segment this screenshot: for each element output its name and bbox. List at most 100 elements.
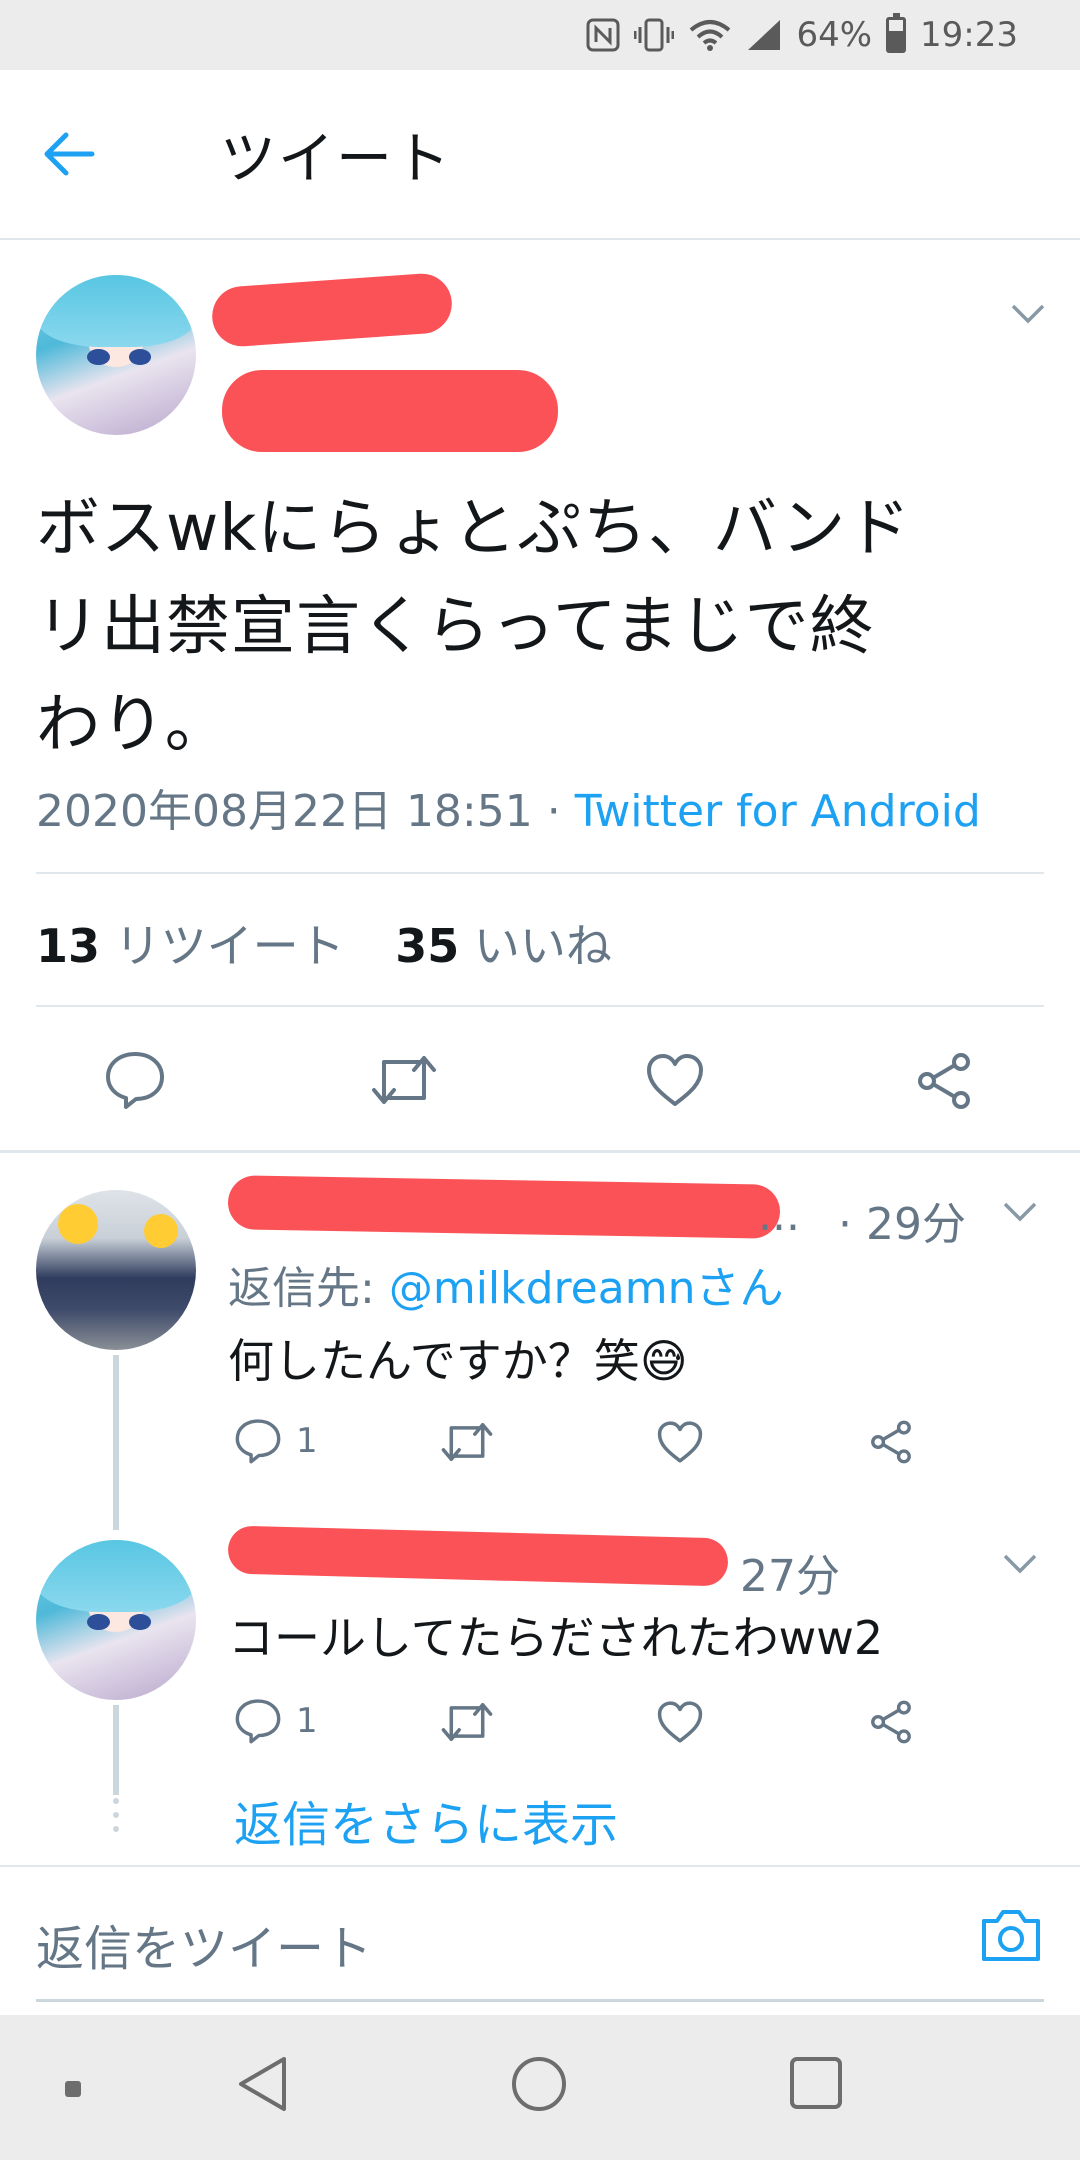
redacted-author-name (210, 271, 454, 349)
redacted-reply-name (227, 1525, 729, 1587)
thread-line (113, 1705, 119, 1795)
reply-input[interactable]: 返信をツイート (36, 1909, 372, 1979)
back-triangle-icon (239, 2057, 286, 2111)
system-nav-bar (0, 2015, 1080, 2160)
reply-retweet-button[interactable] (440, 1420, 494, 1464)
avatar-eye (128, 348, 152, 365)
signal-icon (746, 18, 782, 52)
tweet-meta: 2020年08月22日 18:51 · Twitter for Android (36, 775, 981, 839)
retweet-icon (441, 1422, 493, 1462)
show-more-replies-link[interactable]: 返信をさらに表示 (234, 1785, 618, 1855)
reply-to-handle[interactable]: @milkdreamnさん (389, 1263, 784, 1314)
heart-icon (657, 1421, 703, 1463)
share-icon (918, 1053, 970, 1109)
tweet-text: ボスwkにらょとぷち、バンド リ出禁宣言くらってまじで終 わり。 (36, 480, 1026, 774)
reply-retweet-button[interactable] (440, 1700, 494, 1744)
nav-recents-button[interactable] (788, 2055, 844, 2111)
likes-stat[interactable]: 35 いいね (395, 919, 612, 973)
camera-icon (982, 1910, 1040, 1961)
back-arrow-icon (44, 132, 95, 176)
share-button[interactable] (914, 1052, 974, 1110)
clock: 19:23 (920, 15, 1018, 55)
reply-to-line: 返信先: @milkdreamnさん (228, 1252, 783, 1316)
recents-square-icon (790, 2057, 842, 2109)
sunglasses-emoji-icon (58, 1204, 98, 1244)
heart-icon (657, 1701, 703, 1743)
reply-count: 1 (296, 1701, 318, 1741)
battery-percent: 64% (796, 15, 873, 55)
tweet-stats: 13 リツイート 35 いいね (36, 910, 612, 976)
battery-fill (889, 30, 904, 50)
divider (36, 1005, 1044, 1007)
avatar-eye (87, 1613, 110, 1630)
reply-button[interactable] (104, 1050, 166, 1110)
reply-text: 何したんですか？笑😅 (228, 1334, 688, 1388)
input-underline (36, 1999, 1044, 2002)
reply-time: · 29分 (838, 1199, 966, 1250)
meta-separator: · (532, 786, 575, 837)
nfc-icon (586, 18, 620, 52)
reply-avatar[interactable] (36, 1190, 196, 1350)
reply-compose-bar: 返信をツイート (0, 1865, 1080, 2002)
reply-count: 1 (296, 1421, 318, 1461)
avatar-eye (128, 1613, 152, 1630)
wifi-icon (688, 18, 732, 52)
reply-time: 27分 (740, 1551, 840, 1602)
reply-text: コールしてたらだされたわww2 (228, 1611, 884, 1665)
home-circle-icon (512, 2057, 566, 2111)
reply-icon (235, 1419, 281, 1464)
top-app-bar: ツイート (0, 70, 1080, 240)
redacted-reply-name (227, 1175, 781, 1239)
reply-icon (106, 1052, 164, 1109)
heart-icon (647, 1054, 703, 1106)
status-bar: 64% 19:23 (0, 0, 1080, 70)
retweet-icon (372, 1056, 436, 1104)
battery-icon (886, 13, 907, 53)
vibrate-icon (634, 17, 675, 53)
back-button[interactable] (40, 129, 150, 179)
tweet-source-link[interactable]: Twitter for Android (575, 786, 981, 837)
author-avatar[interactable] (36, 275, 196, 435)
retweet-label: リツイート (114, 919, 345, 973)
tweet-text-line: わり。 (36, 688, 230, 762)
section-divider (0, 1150, 1080, 1153)
tweet-text-line: リ出禁宣言くらってまじで終 (36, 590, 875, 664)
tweet-menu-chevron-icon[interactable] (1010, 302, 1046, 326)
nav-home-button[interactable] (510, 2055, 568, 2113)
reply-reply-button[interactable]: 1 (234, 1418, 318, 1464)
share-icon (871, 1420, 911, 1464)
retweet-button[interactable] (370, 1052, 438, 1108)
like-label: いいね (473, 919, 612, 973)
retweet-icon (441, 1702, 493, 1742)
camera-button[interactable] (980, 1907, 1042, 1967)
retweet-count: 13 (36, 919, 101, 973)
divider (36, 872, 1044, 874)
thread-line (113, 1355, 119, 1530)
reply-to-prefix: 返信先: (228, 1263, 375, 1314)
reply-share-button[interactable] (868, 1700, 914, 1744)
nav-dot-button[interactable] (64, 2080, 82, 2098)
redacted-author-handle (222, 370, 558, 452)
smile-emoji-icon (144, 1214, 178, 1248)
reply-like-button[interactable] (656, 1420, 704, 1464)
retweets-stat[interactable]: 13 リツイート (36, 919, 345, 973)
reply-icon (235, 1699, 281, 1744)
reply-share-button[interactable] (868, 1420, 914, 1464)
square-dot-icon (65, 2081, 81, 2097)
reply-name-ellipsis: ... (758, 1190, 800, 1241)
reply-like-button[interactable] (656, 1700, 704, 1744)
tweet-actions (0, 1040, 1080, 1120)
reply-reply-button[interactable]: 1 (234, 1698, 318, 1744)
page-title: ツイート (220, 126, 452, 192)
reply-menu-chevron-icon[interactable] (1002, 1200, 1038, 1224)
share-icon (871, 1700, 911, 1744)
nav-back-button[interactable] (236, 2055, 288, 2113)
tweet-date: 2020年08月22日 18:51 (36, 786, 533, 837)
thread-dots (113, 1798, 119, 1840)
avatar-eye (87, 348, 110, 365)
tweet-text-line: ボスwkにらょとぷち、バンド (36, 492, 912, 566)
like-count: 35 (395, 919, 460, 973)
like-button[interactable] (645, 1052, 705, 1108)
reply-avatar[interactable] (36, 1540, 196, 1700)
reply-menu-chevron-icon[interactable] (1002, 1552, 1038, 1576)
